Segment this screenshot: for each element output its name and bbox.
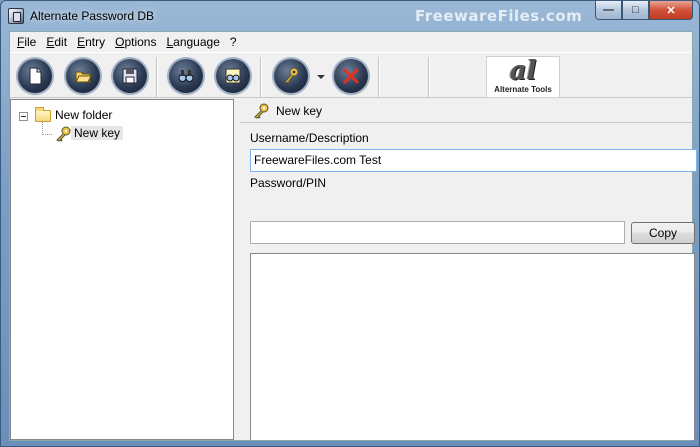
alternate-tools-logo[interactable]: al Alternate Tools: [486, 56, 560, 98]
menu-language[interactable]: Language: [161, 33, 224, 51]
key-icon: [284, 67, 299, 84]
collapse-toggle-icon[interactable]: [19, 112, 28, 121]
menu-entry[interactable]: Entry: [72, 33, 110, 51]
menu-edit[interactable]: Edit: [41, 33, 72, 51]
menu-options[interactable]: Options: [110, 33, 161, 51]
open-folder-icon: [75, 71, 91, 83]
detail-header: New key: [240, 99, 692, 123]
tree-item-key[interactable]: New key: [71, 126, 124, 140]
tree-connector: [42, 121, 43, 135]
toolbar-separator: [156, 57, 158, 97]
toolbar: al Alternate Tools: [10, 52, 692, 98]
save-button[interactable]: [113, 59, 147, 93]
key-dropdown-arrow-icon[interactable]: [317, 75, 325, 79]
floppy-disk-icon: [122, 68, 138, 84]
new-key-button[interactable]: [274, 59, 308, 93]
open-button[interactable]: [66, 59, 100, 93]
notes-textarea[interactable]: [250, 253, 695, 440]
maximize-button[interactable]: □: [622, 1, 649, 20]
binoculars-icon: [178, 70, 194, 82]
new-file-button[interactable]: [18, 59, 52, 93]
tree-connector: [42, 134, 52, 135]
key-icon: [254, 103, 269, 119]
minimize-button[interactable]: —: [595, 1, 622, 20]
password-label: Password/PIN: [250, 176, 327, 190]
delete-button[interactable]: [334, 59, 368, 93]
app-window: Alternate Password DB FreewareFiles.com …: [0, 0, 700, 447]
password-field[interactable]: [250, 221, 625, 244]
toolbar-separator: [260, 57, 262, 97]
menu-bar: File Edit Entry Options Language ?: [10, 32, 692, 52]
detail-pane: New key Username/Description FreewareFil…: [240, 99, 697, 440]
username-field[interactable]: FreewareFiles.com Test: [250, 149, 697, 172]
key-icon: [56, 126, 71, 142]
client-area: File Edit Entry Options Language ? al Al…: [9, 31, 697, 441]
close-icon: ✕: [666, 4, 676, 17]
username-label: Username/Description: [250, 131, 369, 145]
watermark-text: FreewareFiles.com: [415, 7, 583, 25]
logo-mark: al: [509, 56, 537, 86]
folder-icon: [35, 107, 51, 122]
toolbar-separator: [378, 57, 380, 97]
red-x-icon: [343, 68, 359, 84]
new-document-icon: [29, 67, 42, 85]
window-controls: — □ ✕: [595, 1, 693, 20]
tree-pane[interactable]: New folder New key: [10, 99, 234, 440]
toolbar-separator: [428, 57, 430, 97]
window-title: Alternate Password DB: [30, 9, 155, 23]
close-button[interactable]: ✕: [649, 1, 693, 20]
tree-item-folder[interactable]: New folder: [55, 108, 112, 122]
binoculars-next-icon: [225, 68, 241, 84]
menu-help[interactable]: ?: [225, 33, 242, 51]
logo-text: Alternate Tools: [494, 85, 552, 94]
minimize-icon: —: [603, 4, 614, 16]
menu-file[interactable]: File: [12, 33, 41, 51]
maximize-icon: □: [632, 4, 639, 16]
search-button[interactable]: [169, 59, 203, 93]
title-bar[interactable]: Alternate Password DB FreewareFiles.com …: [1, 1, 699, 31]
search-next-button[interactable]: [216, 59, 250, 93]
copy-button[interactable]: Copy: [631, 222, 695, 244]
username-value: FreewareFiles.com Test: [254, 153, 382, 167]
app-icon[interactable]: [8, 8, 24, 24]
detail-title: New key: [276, 104, 323, 118]
